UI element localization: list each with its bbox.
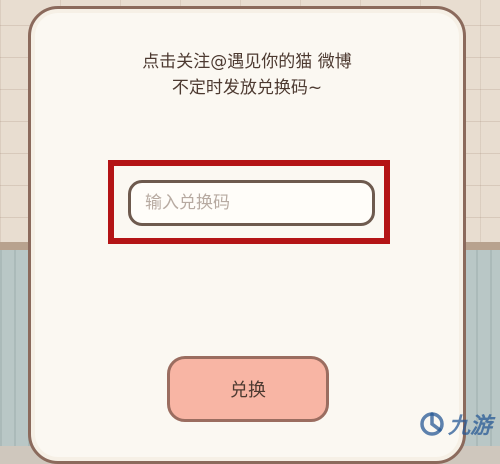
dialog-message: 点击关注@遇见你的猫 微博 不定时发放兑换码~: [31, 49, 463, 101]
nine-game-logo-icon: [419, 411, 445, 437]
watermark-text: 九游: [447, 414, 492, 439]
redeem-code-input[interactable]: [128, 180, 375, 226]
redeem-button[interactable]: 兑换: [167, 356, 329, 422]
message-line-1: 点击关注@遇见你的猫 微博: [142, 52, 352, 72]
message-line-2: 不定时发放兑换码~: [171, 78, 323, 98]
watermark: 九游: [419, 408, 492, 440]
